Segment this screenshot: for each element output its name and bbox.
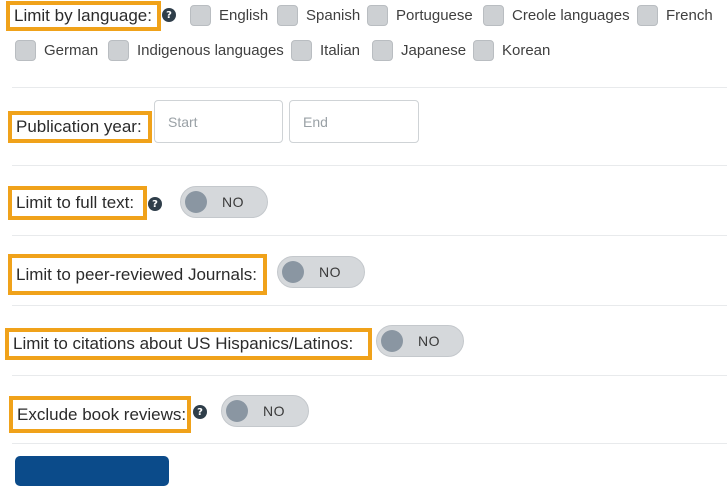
checkbox-box[interactable] bbox=[367, 5, 388, 26]
checkbox-label: Indigenous languages bbox=[137, 42, 284, 59]
toggle-state: NO bbox=[418, 333, 440, 349]
checkbox-box[interactable] bbox=[108, 40, 129, 61]
language-label-text: Limit by language: bbox=[14, 6, 152, 25]
publication-year-label: Publication year: bbox=[8, 111, 152, 143]
checkbox-label: Italian bbox=[320, 42, 361, 59]
toggle-state: NO bbox=[222, 194, 244, 210]
section-divider bbox=[12, 443, 727, 444]
checkbox-creole[interactable]: Creole languages bbox=[483, 5, 630, 26]
checkbox-box[interactable] bbox=[483, 5, 504, 26]
question-circle-icon[interactable]: ? bbox=[148, 197, 162, 211]
checkbox-label: English bbox=[219, 7, 269, 24]
end-year-input[interactable]: End bbox=[289, 100, 419, 143]
checkbox-label: Portuguese bbox=[396, 7, 473, 24]
toggle-knob bbox=[226, 400, 248, 422]
toggle-knob bbox=[185, 191, 207, 213]
checkbox-label: French bbox=[666, 7, 713, 24]
toggle-knob bbox=[381, 330, 403, 352]
checkbox-french[interactable]: French bbox=[637, 5, 713, 26]
checkbox-italian[interactable]: Italian bbox=[291, 40, 360, 61]
checkbox-label: Korean bbox=[502, 42, 551, 59]
question-circle-icon[interactable]: ? bbox=[193, 405, 207, 419]
full-text-label: Limit to full text: bbox=[8, 186, 147, 220]
section-divider bbox=[12, 305, 727, 306]
toggle-knob bbox=[282, 261, 304, 283]
us-hispanics-toggle[interactable]: NO bbox=[376, 325, 464, 357]
checkbox-label: German bbox=[44, 42, 99, 59]
checkbox-label: Japanese bbox=[401, 42, 467, 59]
end-year-placeholder: End bbox=[303, 113, 328, 130]
us-hispanics-label: Limit to citations about US Hispanics/La… bbox=[5, 328, 372, 360]
checkbox-japanese[interactable]: Japanese bbox=[372, 40, 466, 61]
checkbox-box[interactable] bbox=[637, 5, 658, 26]
checkbox-box[interactable] bbox=[15, 40, 36, 61]
checkbox-indigenous[interactable]: Indigenous languages bbox=[108, 40, 284, 61]
start-year-input[interactable]: Start bbox=[154, 100, 283, 143]
peer-reviewed-toggle[interactable]: NO bbox=[277, 256, 365, 288]
checkbox-box[interactable] bbox=[277, 5, 298, 26]
question-circle-icon[interactable]: ? bbox=[162, 8, 176, 22]
checkbox-german[interactable]: German bbox=[15, 40, 98, 61]
checkbox-english[interactable]: English bbox=[190, 5, 268, 26]
section-divider bbox=[12, 165, 727, 166]
section-divider bbox=[12, 375, 727, 376]
peer-reviewed-label-text: Limit to peer-reviewed Journals: bbox=[16, 264, 257, 284]
us-hispanics-label-text: Limit to citations about US Hispanics/La… bbox=[13, 334, 354, 353]
full-text-label-text: Limit to full text: bbox=[16, 193, 135, 212]
book-reviews-label: Exclude book reviews: bbox=[9, 396, 191, 433]
start-year-placeholder: Start bbox=[168, 113, 198, 130]
section-divider bbox=[12, 235, 727, 236]
checkbox-box[interactable] bbox=[372, 40, 393, 61]
checkbox-label: Spanish bbox=[306, 7, 361, 24]
full-text-toggle[interactable]: NO bbox=[180, 186, 268, 218]
checkbox-box[interactable] bbox=[473, 40, 494, 61]
book-reviews-label-text: Exclude book reviews: bbox=[17, 404, 187, 424]
search-submit-button[interactable] bbox=[15, 456, 169, 486]
toggle-state: NO bbox=[263, 403, 285, 419]
book-reviews-toggle[interactable]: NO bbox=[221, 395, 309, 427]
checkbox-spanish[interactable]: Spanish bbox=[277, 5, 360, 26]
checkbox-box[interactable] bbox=[190, 5, 211, 26]
section-divider bbox=[12, 87, 727, 88]
checkbox-label: Creole languages bbox=[512, 7, 630, 24]
checkbox-box[interactable] bbox=[291, 40, 312, 61]
publication-year-label-text: Publication year: bbox=[16, 117, 142, 136]
checkbox-korean[interactable]: Korean bbox=[473, 40, 550, 61]
language-label: Limit by language: bbox=[6, 1, 161, 31]
peer-reviewed-label: Limit to peer-reviewed Journals: bbox=[8, 254, 267, 295]
checkbox-portuguese[interactable]: Portuguese bbox=[367, 5, 473, 26]
toggle-state: NO bbox=[319, 264, 341, 280]
